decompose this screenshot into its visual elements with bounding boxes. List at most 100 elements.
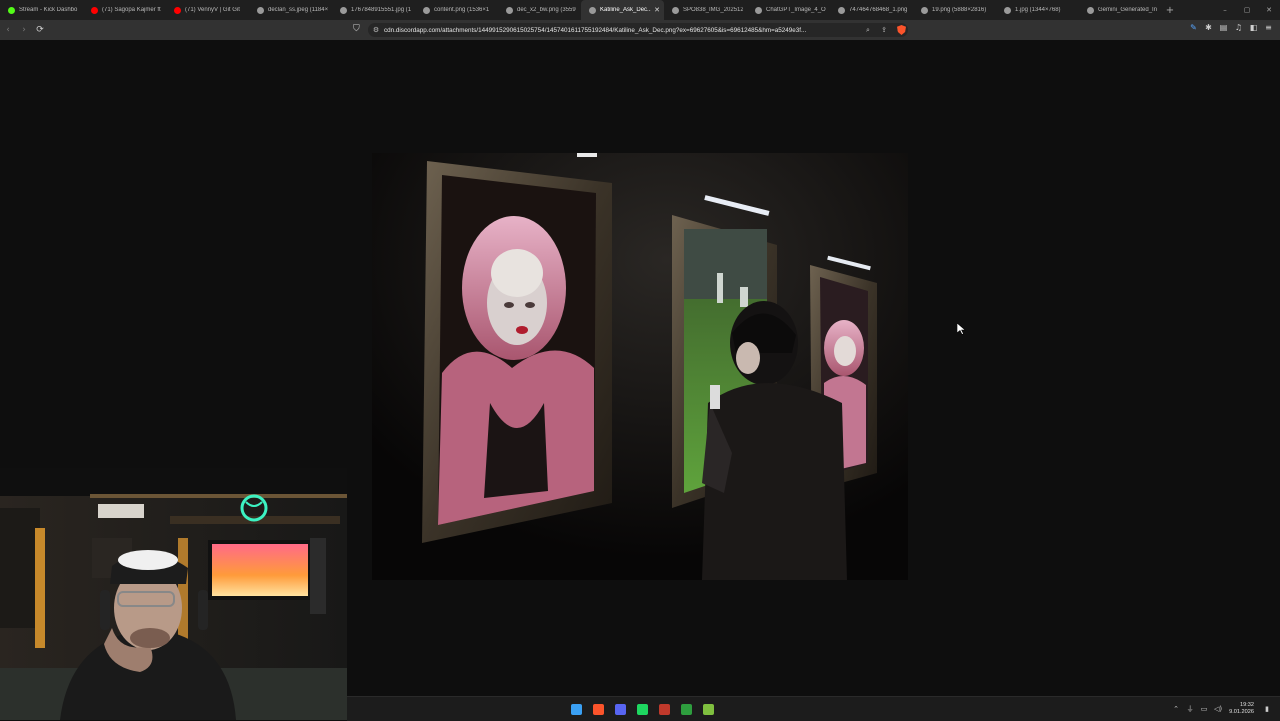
site-info-icon[interactable]: ⚙ bbox=[368, 26, 384, 34]
close-tab-icon[interactable]: ✕ bbox=[654, 6, 660, 14]
large-portrait-painting bbox=[422, 153, 612, 543]
new-tab-button[interactable]: + bbox=[1162, 0, 1178, 20]
globe-icon bbox=[340, 6, 347, 14]
tab-title: (71) VennyV | Git Git bbox=[185, 7, 240, 13]
tab-title: Katiline_Ask_Dec... bbox=[600, 7, 652, 13]
tab-title: ChatGPT_Image_4_O bbox=[766, 7, 826, 13]
tab-10[interactable]: 747464768468_1.png bbox=[830, 0, 913, 20]
network-icon[interactable]: ▭ bbox=[1197, 705, 1211, 713]
taskbar-app-4[interactable] bbox=[653, 697, 675, 721]
globe-icon bbox=[921, 6, 928, 14]
tab-9[interactable]: ChatGPT_Image_4_O bbox=[747, 0, 830, 20]
zoom-icon[interactable]: ⌕ bbox=[860, 26, 876, 35]
tab-0[interactable]: Stream - Kick Dashbo bbox=[0, 0, 83, 20]
tab-title: 1767848915551.jpg (1 bbox=[351, 7, 411, 13]
globe-icon bbox=[506, 6, 513, 14]
brave-shields-button[interactable] bbox=[894, 25, 910, 35]
tray-overflow-icon[interactable]: ⌃ bbox=[1169, 705, 1183, 713]
tab-title: dec_x2_bw.png (3559 bbox=[517, 7, 576, 13]
globe-icon bbox=[672, 6, 679, 14]
tab-6[interactable]: dec_x2_bw.png (3559 bbox=[498, 0, 581, 20]
toolbar-extensions: ✎ ✱ ▤ ♫ ◧ ≡ bbox=[1186, 23, 1276, 32]
bookmark-icon[interactable]: ⛉ bbox=[353, 24, 360, 34]
globe-icon bbox=[1087, 6, 1094, 14]
tab-title: 19.png (5888×2816) bbox=[932, 7, 987, 13]
taskbar-app-0[interactable] bbox=[565, 697, 587, 721]
address-bar[interactable]: ⚙ cdn.discordapp.com/attachments/1449915… bbox=[368, 23, 908, 37]
window-controls: – ▢ ✕ bbox=[1214, 0, 1280, 20]
windows-start-icon bbox=[570, 703, 582, 715]
tab-title: content.png (1536×1 bbox=[434, 7, 490, 13]
media-app-icon bbox=[702, 703, 714, 715]
taskbar-apps bbox=[565, 697, 719, 721]
globe-icon bbox=[755, 6, 762, 14]
clock-time: 19:32 bbox=[1240, 702, 1254, 708]
tab-title: 747464768468_1.png bbox=[849, 7, 908, 13]
tab-title: 1.jpg (1344×768) bbox=[1015, 7, 1061, 13]
system-tray: ⌃ ⏚ ▭ ◁) 19:32 9.01.2026 ▮ bbox=[1169, 697, 1274, 721]
volume-icon[interactable]: ◁) bbox=[1211, 705, 1225, 713]
maximize-icon[interactable]: ▢ bbox=[1236, 6, 1258, 14]
extensions-icon[interactable]: ✱ bbox=[1201, 23, 1216, 32]
reload-icon[interactable]: ⟳ bbox=[32, 25, 48, 35]
tab-title: Gemini_Generated_In bbox=[1098, 7, 1158, 13]
tab-8[interactable]: SPO838_IMG_202512 bbox=[664, 0, 747, 20]
tab-4[interactable]: 1767848915551.jpg (1 bbox=[332, 0, 415, 20]
tab-1[interactable]: (71) Sagopa Kajmer ft bbox=[83, 0, 166, 20]
browser-toolbar: ‹ › ⟳ ⛉ ⚙ cdn.discordapp.com/attachments… bbox=[0, 20, 1280, 40]
minimize-icon[interactable]: – bbox=[1214, 6, 1236, 14]
taskbar-app-2[interactable] bbox=[609, 697, 631, 721]
taskbar-app-3[interactable] bbox=[631, 697, 653, 721]
tab-title: Stream - Kick Dashbo bbox=[19, 7, 78, 13]
recording-app-icon bbox=[658, 703, 670, 715]
translate-icon[interactable]: ✎ bbox=[1186, 23, 1201, 32]
taskbar-app-6[interactable] bbox=[697, 697, 719, 721]
gallery-scene-image bbox=[372, 153, 908, 580]
clock-date: 9.01.2026 bbox=[1229, 709, 1254, 715]
menu-icon[interactable]: ≡ bbox=[1261, 23, 1276, 32]
discord-icon bbox=[614, 703, 626, 715]
share-icon[interactable]: ⇪ bbox=[876, 26, 892, 34]
sidebar-toggle-icon[interactable]: ◧ bbox=[1246, 23, 1261, 32]
spotify-icon bbox=[636, 703, 648, 715]
tab-11[interactable]: 19.png (5888×2816) bbox=[913, 0, 996, 20]
tab-7[interactable]: Katiline_Ask_Dec... ✕ bbox=[581, 0, 664, 20]
kick-icon bbox=[8, 6, 15, 14]
tab-title: SPO838_IMG_202512 bbox=[683, 7, 743, 13]
xbox-icon bbox=[680, 703, 692, 715]
close-window-icon[interactable]: ✕ bbox=[1258, 6, 1280, 14]
media-icon[interactable]: ♫ bbox=[1231, 23, 1246, 32]
tab-12[interactable]: 1.jpg (1344×768) bbox=[996, 0, 1079, 20]
url-text[interactable]: cdn.discordapp.com/attachments/144991529… bbox=[384, 27, 860, 34]
tab-2[interactable]: (71) VennyV | Git Git bbox=[166, 0, 249, 20]
youtube-icon bbox=[174, 6, 181, 14]
tab-title: (71) Sagopa Kajmer ft bbox=[102, 7, 161, 13]
tab-3[interactable]: declan_ss.jpeg (1184× bbox=[249, 0, 332, 20]
tab-strip: Stream - Kick Dashbo (71) Sagopa Kajmer f… bbox=[0, 0, 1280, 20]
globe-icon bbox=[257, 6, 264, 14]
microphone-icon[interactable]: ⏚ bbox=[1183, 704, 1197, 714]
taskbar-clock[interactable]: 19:32 9.01.2026 bbox=[1229, 702, 1254, 716]
back-arrow-icon[interactable]: ‹ bbox=[0, 25, 16, 35]
notification-icon[interactable]: ▮ bbox=[1260, 705, 1274, 713]
wallet-icon[interactable]: ▤ bbox=[1216, 23, 1231, 32]
forward-arrow-icon[interactable]: › bbox=[16, 25, 32, 35]
globe-icon bbox=[589, 6, 596, 14]
globe-icon bbox=[423, 6, 430, 14]
displayed-image[interactable] bbox=[372, 153, 908, 580]
brave-shield-icon bbox=[897, 25, 906, 35]
taskbar-app-1[interactable] bbox=[587, 697, 609, 721]
youtube-icon bbox=[91, 6, 98, 14]
globe-icon bbox=[1004, 6, 1011, 14]
brave-icon bbox=[592, 703, 604, 715]
taskbar-app-5[interactable] bbox=[675, 697, 697, 721]
mouse-cursor-icon bbox=[957, 323, 966, 335]
windows-taskbar: ⌃ ⏚ ▭ ◁) 19:32 9.01.2026 ▮ bbox=[347, 696, 1280, 721]
globe-icon bbox=[838, 6, 845, 14]
streamer-webcam-feed bbox=[0, 468, 347, 720]
webcam-overlay bbox=[0, 468, 347, 720]
tab-5[interactable]: content.png (1536×1 bbox=[415, 0, 498, 20]
tab-list: Stream - Kick Dashbo (71) Sagopa Kajmer f… bbox=[0, 0, 1162, 20]
tab-13[interactable]: Gemini_Generated_In bbox=[1079, 0, 1162, 20]
tab-title: declan_ss.jpeg (1184× bbox=[268, 7, 328, 13]
